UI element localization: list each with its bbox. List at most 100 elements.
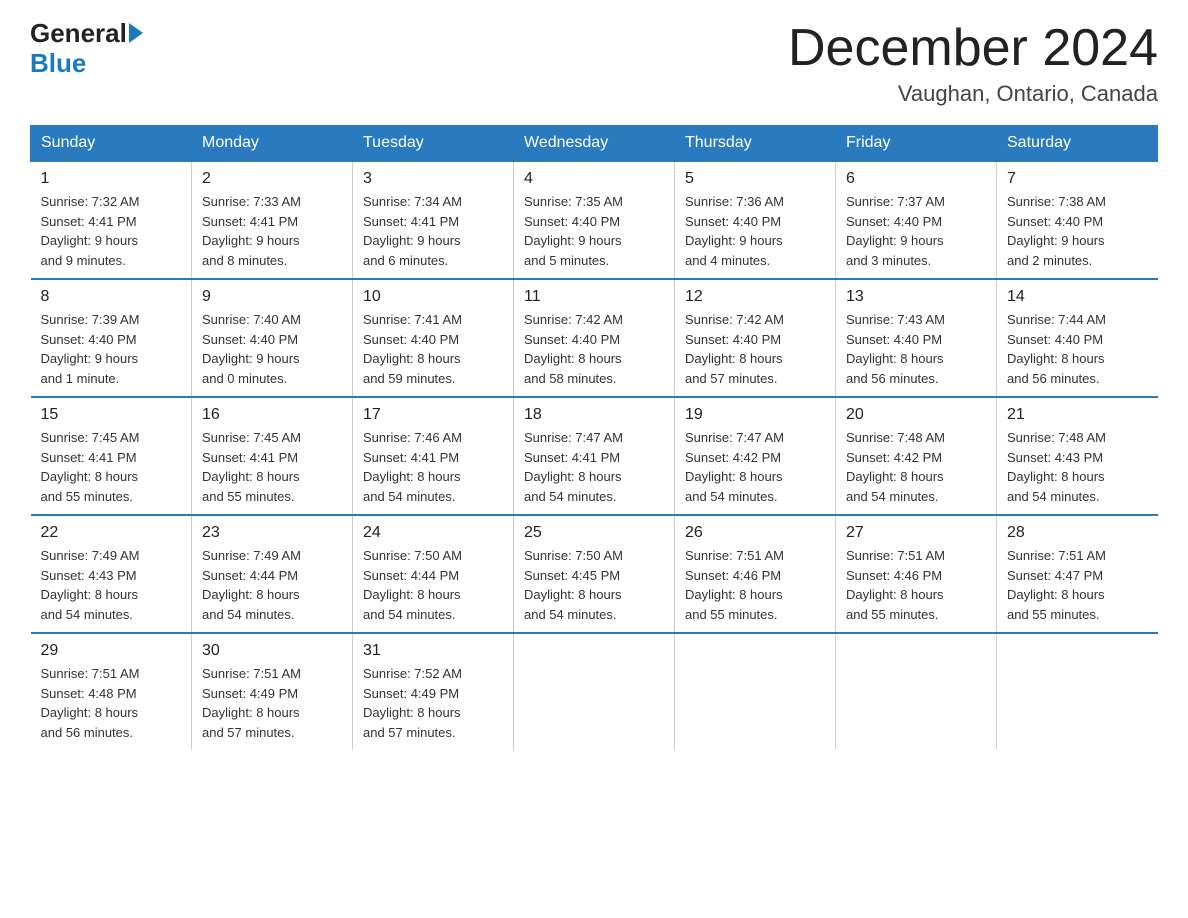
header-monday: Monday (192, 126, 353, 162)
day-info: Sunrise: 7:41 AMSunset: 4:40 PMDaylight:… (363, 310, 503, 388)
day-info: Sunrise: 7:49 AMSunset: 4:44 PMDaylight:… (202, 546, 342, 624)
day-info: Sunrise: 7:48 AMSunset: 4:43 PMDaylight:… (1007, 428, 1148, 506)
day-number: 31 (363, 642, 503, 660)
calendar-day-cell: 21 Sunrise: 7:48 AMSunset: 4:43 PMDaylig… (997, 397, 1158, 515)
calendar-day-cell: 18 Sunrise: 7:47 AMSunset: 4:41 PMDaylig… (514, 397, 675, 515)
day-info: Sunrise: 7:44 AMSunset: 4:40 PMDaylight:… (1007, 310, 1148, 388)
calendar-day-cell: 3 Sunrise: 7:34 AMSunset: 4:41 PMDayligh… (353, 161, 514, 279)
day-info: Sunrise: 7:51 AMSunset: 4:46 PMDaylight:… (685, 546, 825, 624)
day-info: Sunrise: 7:40 AMSunset: 4:40 PMDaylight:… (202, 310, 342, 388)
header-thursday: Thursday (675, 126, 836, 162)
day-number: 3 (363, 170, 503, 188)
calendar-day-cell: 16 Sunrise: 7:45 AMSunset: 4:41 PMDaylig… (192, 397, 353, 515)
calendar-day-cell: 9 Sunrise: 7:40 AMSunset: 4:40 PMDayligh… (192, 279, 353, 397)
day-info: Sunrise: 7:48 AMSunset: 4:42 PMDaylight:… (846, 428, 986, 506)
day-info: Sunrise: 7:47 AMSunset: 4:42 PMDaylight:… (685, 428, 825, 506)
calendar-day-cell: 30 Sunrise: 7:51 AMSunset: 4:49 PMDaylig… (192, 633, 353, 750)
calendar-day-cell: 8 Sunrise: 7:39 AMSunset: 4:40 PMDayligh… (31, 279, 192, 397)
day-number: 13 (846, 288, 986, 306)
logo-arrow-icon (129, 23, 143, 43)
header-saturday: Saturday (997, 126, 1158, 162)
day-number: 20 (846, 406, 986, 424)
day-info: Sunrise: 7:37 AMSunset: 4:40 PMDaylight:… (846, 192, 986, 270)
calendar-day-cell: 17 Sunrise: 7:46 AMSunset: 4:41 PMDaylig… (353, 397, 514, 515)
day-number: 16 (202, 406, 342, 424)
day-info: Sunrise: 7:45 AMSunset: 4:41 PMDaylight:… (202, 428, 342, 506)
day-number: 27 (846, 524, 986, 542)
day-info: Sunrise: 7:51 AMSunset: 4:47 PMDaylight:… (1007, 546, 1148, 624)
calendar-day-cell: 23 Sunrise: 7:49 AMSunset: 4:44 PMDaylig… (192, 515, 353, 633)
logo: General Blue (30, 20, 143, 79)
day-number: 8 (41, 288, 182, 306)
calendar-day-cell (514, 633, 675, 750)
logo-general: General (30, 20, 127, 46)
title-block: December 2024 Vaughan, Ontario, Canada (788, 20, 1158, 107)
day-number: 6 (846, 170, 986, 188)
calendar-week-row: 15 Sunrise: 7:45 AMSunset: 4:41 PMDaylig… (31, 397, 1158, 515)
calendar-day-cell: 11 Sunrise: 7:42 AMSunset: 4:40 PMDaylig… (514, 279, 675, 397)
calendar-header-row: Sunday Monday Tuesday Wednesday Thursday… (31, 126, 1158, 162)
day-info: Sunrise: 7:35 AMSunset: 4:40 PMDaylight:… (524, 192, 664, 270)
calendar-day-cell: 15 Sunrise: 7:45 AMSunset: 4:41 PMDaylig… (31, 397, 192, 515)
calendar-day-cell: 22 Sunrise: 7:49 AMSunset: 4:43 PMDaylig… (31, 515, 192, 633)
calendar-day-cell: 19 Sunrise: 7:47 AMSunset: 4:42 PMDaylig… (675, 397, 836, 515)
day-number: 25 (524, 524, 664, 542)
day-info: Sunrise: 7:32 AMSunset: 4:41 PMDaylight:… (41, 192, 182, 270)
day-number: 26 (685, 524, 825, 542)
calendar-day-cell: 26 Sunrise: 7:51 AMSunset: 4:46 PMDaylig… (675, 515, 836, 633)
calendar-day-cell: 28 Sunrise: 7:51 AMSunset: 4:47 PMDaylig… (997, 515, 1158, 633)
day-info: Sunrise: 7:43 AMSunset: 4:40 PMDaylight:… (846, 310, 986, 388)
day-info: Sunrise: 7:42 AMSunset: 4:40 PMDaylight:… (685, 310, 825, 388)
day-info: Sunrise: 7:50 AMSunset: 4:44 PMDaylight:… (363, 546, 503, 624)
day-info: Sunrise: 7:51 AMSunset: 4:46 PMDaylight:… (846, 546, 986, 624)
day-number: 5 (685, 170, 825, 188)
day-number: 9 (202, 288, 342, 306)
day-number: 7 (1007, 170, 1148, 188)
calendar-day-cell (997, 633, 1158, 750)
calendar-day-cell: 7 Sunrise: 7:38 AMSunset: 4:40 PMDayligh… (997, 161, 1158, 279)
day-info: Sunrise: 7:46 AMSunset: 4:41 PMDaylight:… (363, 428, 503, 506)
day-number: 15 (41, 406, 182, 424)
page-header: General Blue December 2024 Vaughan, Onta… (30, 20, 1158, 107)
day-number: 29 (41, 642, 182, 660)
calendar-table: Sunday Monday Tuesday Wednesday Thursday… (30, 125, 1158, 750)
calendar-day-cell: 20 Sunrise: 7:48 AMSunset: 4:42 PMDaylig… (836, 397, 997, 515)
day-number: 30 (202, 642, 342, 660)
day-info: Sunrise: 7:45 AMSunset: 4:41 PMDaylight:… (41, 428, 182, 506)
day-number: 11 (524, 288, 664, 306)
day-number: 21 (1007, 406, 1148, 424)
day-number: 24 (363, 524, 503, 542)
calendar-week-row: 8 Sunrise: 7:39 AMSunset: 4:40 PMDayligh… (31, 279, 1158, 397)
calendar-week-row: 1 Sunrise: 7:32 AMSunset: 4:41 PMDayligh… (31, 161, 1158, 279)
calendar-day-cell: 14 Sunrise: 7:44 AMSunset: 4:40 PMDaylig… (997, 279, 1158, 397)
day-number: 14 (1007, 288, 1148, 306)
calendar-day-cell: 24 Sunrise: 7:50 AMSunset: 4:44 PMDaylig… (353, 515, 514, 633)
calendar-day-cell: 10 Sunrise: 7:41 AMSunset: 4:40 PMDaylig… (353, 279, 514, 397)
calendar-day-cell: 25 Sunrise: 7:50 AMSunset: 4:45 PMDaylig… (514, 515, 675, 633)
header-tuesday: Tuesday (353, 126, 514, 162)
calendar-day-cell: 2 Sunrise: 7:33 AMSunset: 4:41 PMDayligh… (192, 161, 353, 279)
header-sunday: Sunday (31, 126, 192, 162)
day-number: 22 (41, 524, 182, 542)
day-info: Sunrise: 7:49 AMSunset: 4:43 PMDaylight:… (41, 546, 182, 624)
calendar-day-cell (675, 633, 836, 750)
calendar-day-cell: 13 Sunrise: 7:43 AMSunset: 4:40 PMDaylig… (836, 279, 997, 397)
day-info: Sunrise: 7:51 AMSunset: 4:49 PMDaylight:… (202, 664, 342, 742)
subtitle: Vaughan, Ontario, Canada (788, 81, 1158, 107)
calendar-day-cell: 5 Sunrise: 7:36 AMSunset: 4:40 PMDayligh… (675, 161, 836, 279)
day-info: Sunrise: 7:47 AMSunset: 4:41 PMDaylight:… (524, 428, 664, 506)
calendar-day-cell: 1 Sunrise: 7:32 AMSunset: 4:41 PMDayligh… (31, 161, 192, 279)
day-info: Sunrise: 7:33 AMSunset: 4:41 PMDaylight:… (202, 192, 342, 270)
day-number: 19 (685, 406, 825, 424)
day-number: 4 (524, 170, 664, 188)
day-info: Sunrise: 7:51 AMSunset: 4:48 PMDaylight:… (41, 664, 182, 742)
day-number: 2 (202, 170, 342, 188)
calendar-day-cell: 29 Sunrise: 7:51 AMSunset: 4:48 PMDaylig… (31, 633, 192, 750)
logo-blue: Blue (30, 48, 86, 79)
day-info: Sunrise: 7:42 AMSunset: 4:40 PMDaylight:… (524, 310, 664, 388)
day-number: 23 (202, 524, 342, 542)
day-number: 18 (524, 406, 664, 424)
day-number: 1 (41, 170, 182, 188)
day-number: 17 (363, 406, 503, 424)
calendar-day-cell: 4 Sunrise: 7:35 AMSunset: 4:40 PMDayligh… (514, 161, 675, 279)
